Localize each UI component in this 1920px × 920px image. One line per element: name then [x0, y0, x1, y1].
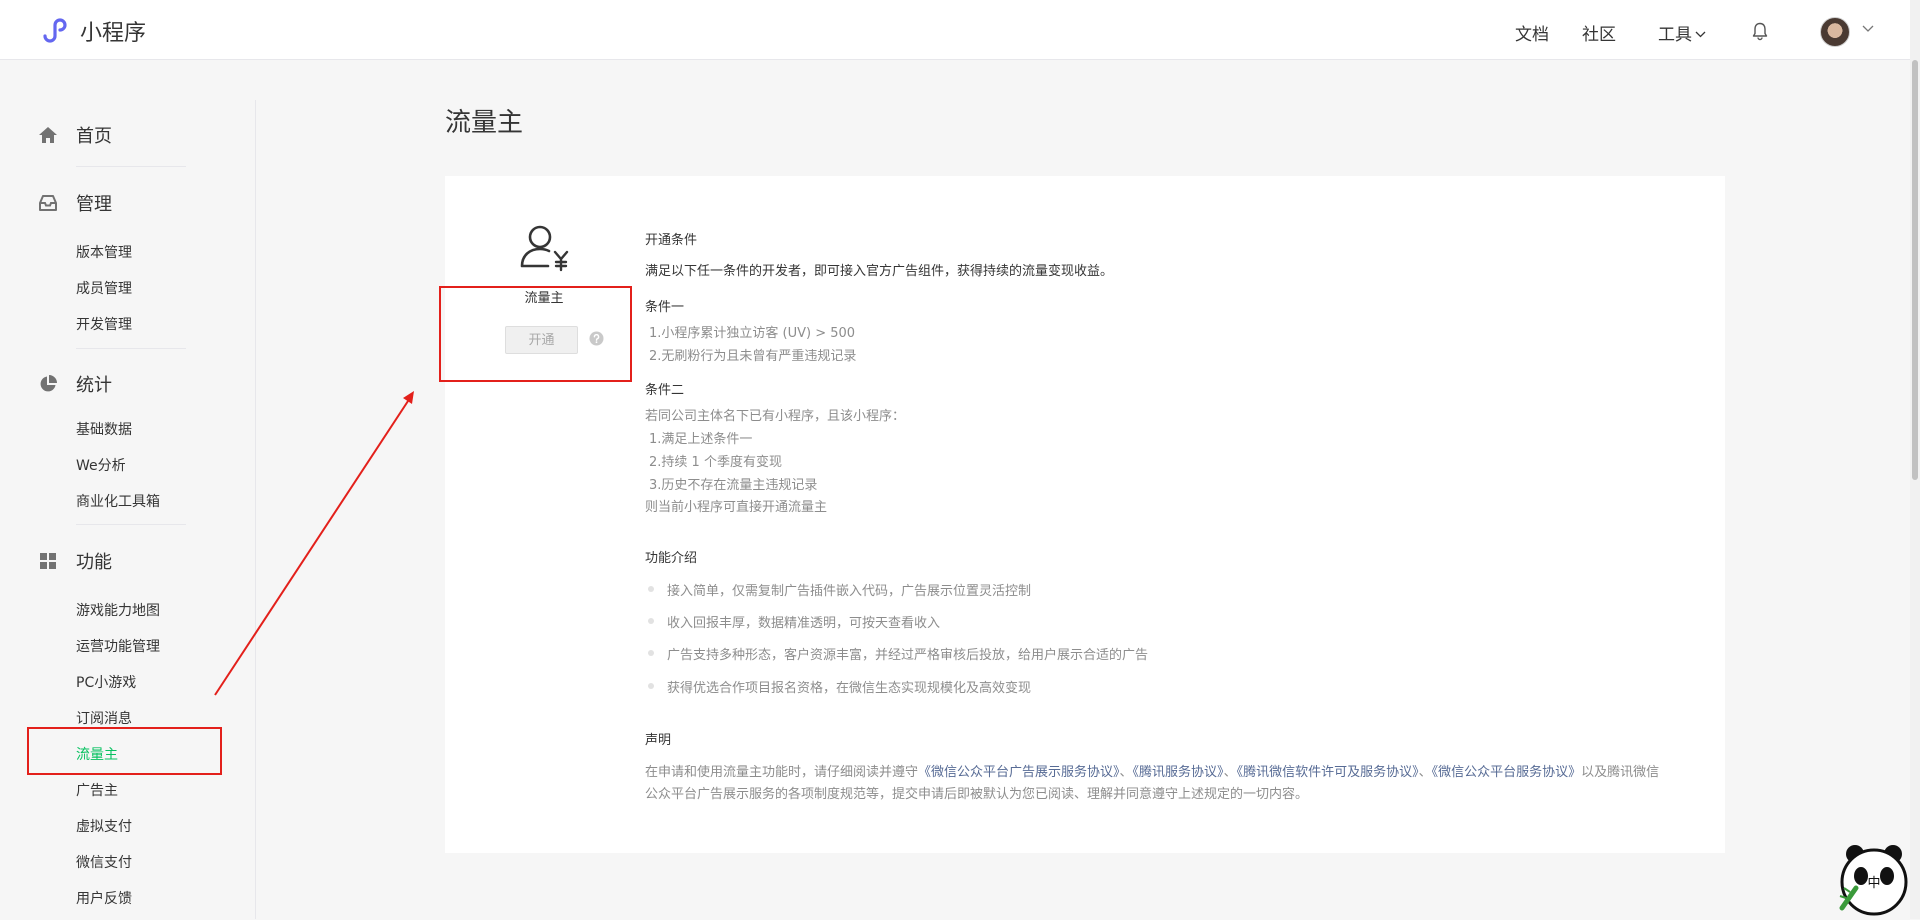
chevron-down-icon [1695, 31, 1706, 38]
annotation-box-open-button [439, 286, 632, 382]
assistant-mascot[interactable]: 中 [1836, 840, 1912, 916]
intro-item: 获得优选合作项目报名资格，在微信生态实现规模化及高效变现 [667, 681, 1032, 696]
top-header: 小程序 文档 社区 工具 [0, 0, 1910, 60]
link-platform-service-agreement[interactable]: 《微信公众平台服务协议》 [1432, 765, 1582, 780]
sidebar-item-user-feedback[interactable]: 用户反馈 [76, 888, 132, 908]
sidebar-item-subscribe-message[interactable]: 订阅消息 [76, 708, 132, 728]
annotation-box-sidebar-item [27, 727, 222, 775]
statement-heading: 声明 [645, 733, 672, 748]
sidebar-item-commerce-toolbox[interactable]: 商业化工具箱 [76, 491, 160, 511]
sidebar-item-virtual-payment[interactable]: 虚拟支付 [76, 816, 132, 836]
sidebar-item-operation-features[interactable]: 运营功能管理 [76, 636, 160, 656]
link-wechat-software-license[interactable]: 《腾讯微信软件许可及服务协议》 [1237, 765, 1419, 780]
sidebar-item-version-manage[interactable]: 版本管理 [76, 242, 132, 262]
conditions-intro: 满足以下任一条件的开发者，即可接入官方广告组件，获得持续的流量变现收益。 [645, 264, 1114, 279]
statement-separator: 、 [1418, 765, 1432, 780]
bullet-dot [648, 618, 654, 624]
link-tencent-service-agreement[interactable]: 《腾讯服务协议》 [1133, 765, 1224, 780]
inbox-icon [39, 195, 57, 211]
sidebar-item-game-capability-map[interactable]: 游戏能力地图 [76, 600, 160, 620]
bullet-dot [648, 650, 654, 656]
sidebar-section-features-label: 功能 [76, 552, 112, 573]
condition-two-intro: 若同公司主体名下已有小程序，且该小程序： [645, 409, 906, 424]
pie-chart-icon [40, 375, 57, 392]
intro-item: 接入简单，仅需复制广告插件嵌入代码，广告展示位置灵活控制 [667, 584, 1032, 599]
nav-community[interactable]: 社区 [1582, 20, 1616, 45]
link-ad-display-agreement[interactable]: 《微信公众平台广告展示服务协议》 [918, 765, 1120, 780]
page-title: 流量主 [445, 108, 524, 138]
nav-docs[interactable]: 文档 [1515, 20, 1549, 45]
mascot-label: 中 [1867, 876, 1880, 891]
statement-prefix: 在申请和使用流量主功能时，请仔细阅读并遵守 [645, 765, 919, 780]
chevron-down-icon[interactable] [1862, 24, 1874, 34]
condition-two-outro: 则当前小程序可直接开通流量主 [645, 500, 828, 515]
bell-icon[interactable] [1750, 21, 1770, 41]
intro-item: 广告支持多种形态，客户资源丰富，并经过严格审核后投放，给用户展示合适的广告 [667, 648, 1149, 663]
condition-two-item: 1.满足上述条件一 [649, 432, 753, 447]
nav-tools-label: 工具 [1658, 25, 1692, 45]
statement-separator: 、 [1119, 765, 1133, 780]
home-icon [39, 127, 57, 143]
grid-icon [40, 553, 56, 569]
intro-item: 收入回报丰厚，数据精准透明，可按天查看收入 [667, 616, 941, 631]
bullet-dot [648, 683, 654, 689]
nav-tools[interactable]: 工具 [1658, 20, 1706, 45]
miniprogram-logo-icon[interactable] [39, 14, 71, 46]
condition-two-item: 3.历史不存在流量主违规记录 [649, 478, 818, 493]
condition-one-item: 2.无刷粉行为且未曾有严重违规记录 [649, 349, 857, 364]
divider [76, 524, 186, 525]
sidebar-item-pc-minigame[interactable]: PC小游戏 [76, 672, 136, 692]
sidebar-home-label: 首页 [76, 126, 112, 147]
user-yuan-icon [520, 225, 569, 272]
scrollbar-thumb[interactable] [1912, 60, 1918, 480]
intro-heading: 功能介绍 [645, 551, 698, 566]
condition-one-heading: 条件一 [645, 300, 685, 315]
panda-icon: 中 [1839, 845, 1908, 916]
sidebar-item-we-analysis[interactable]: We分析 [76, 455, 126, 475]
statement-text: 在申请和使用流量主功能时，请仔细阅读并遵守《微信公众平台广告展示服务协议》、《腾… [645, 762, 1670, 806]
sidebar-section-stats-label: 统计 [76, 375, 112, 396]
sidebar-item-member-manage[interactable]: 成员管理 [76, 278, 132, 298]
sidebar-item-basic-data[interactable]: 基础数据 [76, 419, 132, 439]
condition-two-item: 2.持续 1 个季度有变现 [649, 455, 782, 470]
statement-separator: 、 [1223, 765, 1237, 780]
user-avatar[interactable] [1820, 17, 1850, 47]
divider [76, 348, 186, 349]
conditions-heading: 开通条件 [645, 233, 698, 248]
brand-title[interactable]: 小程序 [80, 15, 146, 47]
condition-two-heading: 条件二 [645, 383, 685, 398]
sidebar-section-manage-label: 管理 [76, 194, 112, 215]
sidebar-item-wechat-pay[interactable]: 微信支付 [76, 852, 132, 872]
sidebar-item-advertiser[interactable]: 广告主 [76, 780, 118, 800]
bullet-dot [648, 586, 654, 592]
divider [76, 166, 186, 167]
sidebar-item-dev-manage[interactable]: 开发管理 [76, 314, 132, 334]
condition-one-item: 1.小程序累计独立访客 (UV) > 500 [649, 326, 856, 341]
